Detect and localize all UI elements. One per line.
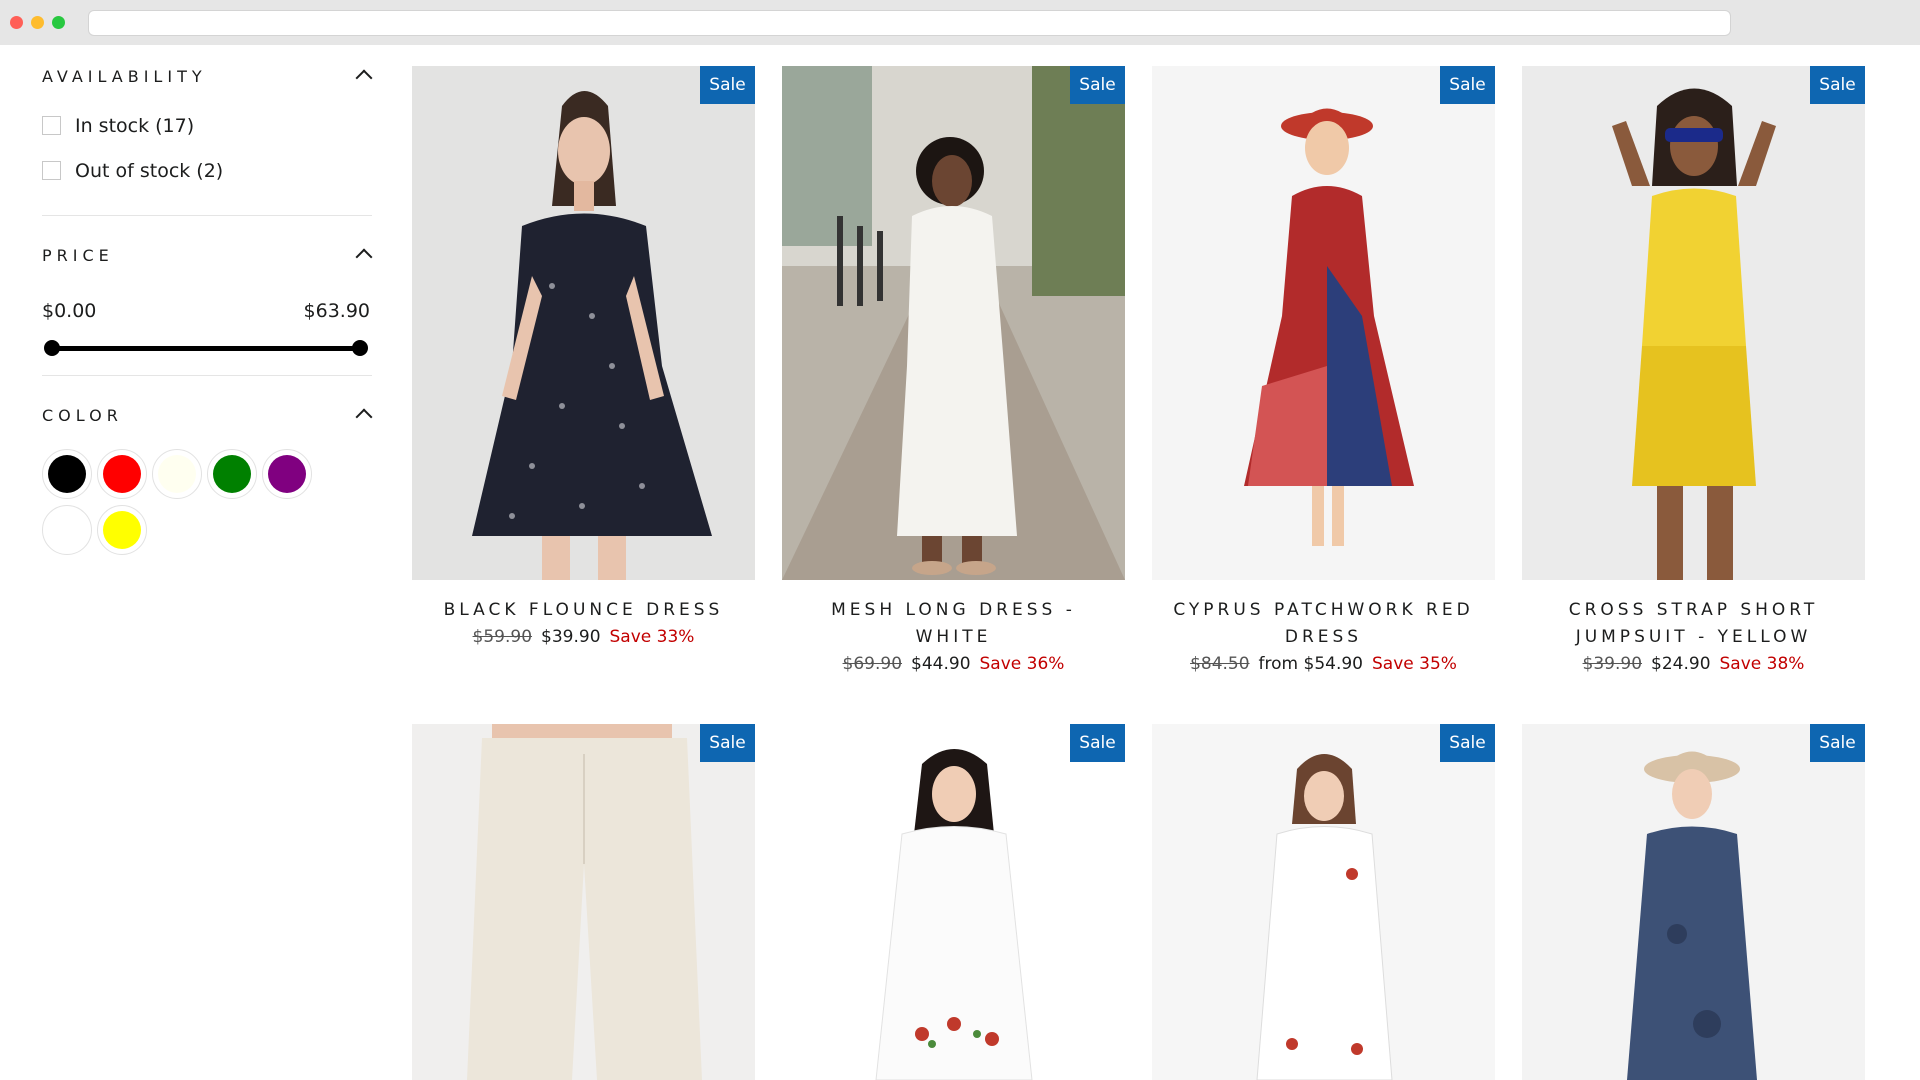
price-max-handle[interactable]: [352, 340, 368, 356]
savings-label: Save 35%: [1372, 654, 1457, 674]
availability-options: In stock (17) Out of stock (2): [42, 103, 372, 193]
sale-badge: Sale: [1440, 724, 1495, 762]
in-stock-checkbox[interactable]: [42, 116, 61, 135]
swatch-fill: [48, 511, 86, 549]
product-card[interactable]: Sale BLACK FLOUNCE DRESS $59.90 $39.90 Sav…: [412, 66, 755, 647]
color-swatch-yellow[interactable]: [97, 505, 147, 555]
product-card[interactable]: Sale: [412, 724, 755, 1080]
color-swatch-white[interactable]: [42, 505, 92, 555]
product-card[interactable]: Sale CYPRUS PATCHWORK RED DRESS $84.50 fr…: [1152, 66, 1495, 674]
sale-price: from $54.90: [1258, 654, 1363, 674]
availability-filter-header[interactable]: AVAILABILITY: [42, 45, 373, 87]
out-of-stock-checkbox[interactable]: [42, 161, 61, 180]
swatch-fill: [103, 455, 141, 493]
color-swatch-purple[interactable]: [262, 449, 312, 499]
product-title[interactable]: BLACK FLOUNCE DRESS: [412, 597, 755, 624]
price-filter-title: PRICE: [42, 246, 114, 265]
color-swatch-ivory[interactable]: [152, 449, 202, 499]
original-price: $59.90: [472, 627, 533, 647]
product-title[interactable]: CROSS STRAP SHORT JUMPSUIT - YELLOW: [1522, 597, 1865, 651]
product-title[interactable]: CYPRUS PATCHWORK RED DRESS: [1152, 597, 1495, 651]
sale-price: $24.90: [1651, 654, 1711, 674]
original-price: $39.90: [1582, 654, 1643, 674]
price-max-label: $63.90: [303, 300, 370, 322]
product-image[interactable]: Sale: [412, 724, 755, 1080]
product-image[interactable]: Sale: [412, 66, 755, 580]
original-price: $69.90: [842, 654, 903, 674]
price-min-handle[interactable]: [44, 340, 60, 356]
product-image[interactable]: Sale: [1522, 66, 1865, 580]
sale-badge: Sale: [1440, 66, 1495, 104]
product-card[interactable]: Sale: [1152, 724, 1495, 1080]
savings-label: Save 38%: [1719, 654, 1805, 674]
product-card[interactable]: Sale MESH LONG DRESS - WHITE $69.90 $44.9…: [782, 66, 1125, 674]
out-of-stock-label: Out of stock (2): [75, 159, 224, 182]
window-minimize-button[interactable]: [31, 16, 44, 29]
product-prices: $39.90 $24.90 Save 38%: [1522, 654, 1865, 674]
sale-badge: Sale: [1810, 66, 1865, 104]
window-maximize-button[interactable]: [52, 16, 65, 29]
color-swatches: [42, 449, 332, 561]
swatch-fill: [268, 455, 306, 493]
address-bar[interactable]: [88, 10, 1731, 36]
chevron-up-icon[interactable]: [355, 248, 373, 266]
sale-badge: Sale: [1810, 724, 1865, 762]
color-swatch-red[interactable]: [97, 449, 147, 499]
original-price: $84.50: [1190, 654, 1250, 674]
savings-label: Save 33%: [609, 627, 695, 647]
window-close-button[interactable]: [10, 16, 23, 29]
product-card[interactable]: Sale CROSS STRAP SHORT JUMPSUIT - YELLOW…: [1522, 66, 1865, 674]
product-image[interactable]: Sale: [782, 724, 1125, 1080]
in-stock-label: In stock (17): [75, 114, 195, 137]
sale-price: $39.90: [541, 627, 601, 647]
product-image[interactable]: Sale: [1152, 66, 1495, 580]
color-filter-header[interactable]: COLOR: [42, 384, 373, 426]
filter-sidebar: AVAILABILITY In stock (17) Out of stock …: [42, 45, 373, 561]
product-prices: $69.90 $44.90 Save 36%: [782, 654, 1125, 674]
sale-badge: Sale: [1070, 66, 1125, 104]
price-slider-track: [50, 346, 362, 351]
out-of-stock-option[interactable]: Out of stock (2): [42, 148, 372, 193]
price-min-label: $0.00: [42, 300, 97, 322]
product-prices: $84.50 from $54.90 Save 35%: [1152, 654, 1495, 674]
filter-divider: [42, 375, 372, 376]
color-swatch-black[interactable]: [42, 449, 92, 499]
product-card[interactable]: Sale: [1522, 724, 1865, 1080]
chevron-up-icon[interactable]: [355, 69, 373, 87]
swatch-fill: [103, 511, 141, 549]
swatch-fill: [213, 455, 251, 493]
color-swatch-green[interactable]: [207, 449, 257, 499]
product-image[interactable]: Sale: [1522, 724, 1865, 1080]
product-card[interactable]: Sale: [782, 724, 1125, 1080]
filter-divider: [42, 215, 372, 216]
availability-filter-title: AVAILABILITY: [42, 67, 207, 86]
price-filter-header[interactable]: PRICE: [42, 224, 373, 266]
sale-badge: Sale: [1070, 724, 1125, 762]
sale-badge: Sale: [700, 724, 755, 762]
product-title[interactable]: MESH LONG DRESS - WHITE: [782, 597, 1125, 651]
price-range-slider[interactable]: [42, 339, 370, 357]
product-image[interactable]: Sale: [782, 66, 1125, 580]
color-filter-title: COLOR: [42, 406, 123, 425]
sale-badge: Sale: [700, 66, 755, 104]
sale-price: $44.90: [911, 654, 971, 674]
swatch-fill: [48, 455, 86, 493]
price-range-labels: $0.00 $63.90: [42, 300, 370, 322]
chevron-up-icon[interactable]: [355, 408, 373, 426]
savings-label: Save 36%: [979, 654, 1065, 674]
product-image[interactable]: Sale: [1152, 724, 1495, 1080]
product-prices: $59.90 $39.90 Save 33%: [412, 627, 755, 647]
browser-chrome: [0, 0, 1920, 45]
swatch-fill: [158, 455, 196, 493]
in-stock-option[interactable]: In stock (17): [42, 103, 372, 148]
